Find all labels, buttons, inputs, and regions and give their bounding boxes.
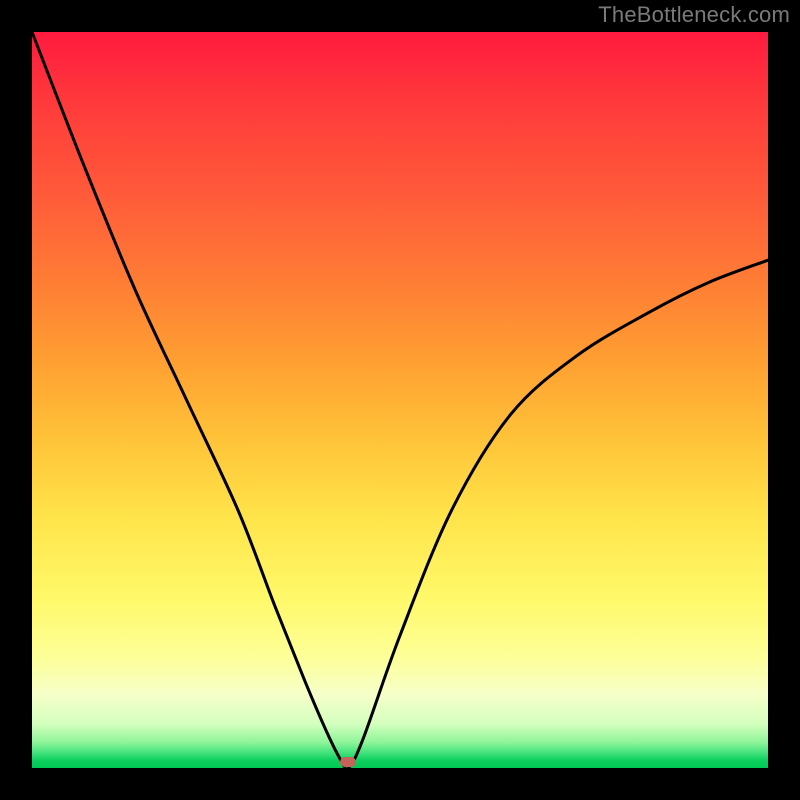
bottleneck-curve [32,32,768,768]
curve-minimum-marker [340,757,356,767]
watermark-text: TheBottleneck.com [598,2,790,28]
chart-container: TheBottleneck.com [0,0,800,800]
curve-line [32,32,768,769]
plot-area [32,32,768,768]
